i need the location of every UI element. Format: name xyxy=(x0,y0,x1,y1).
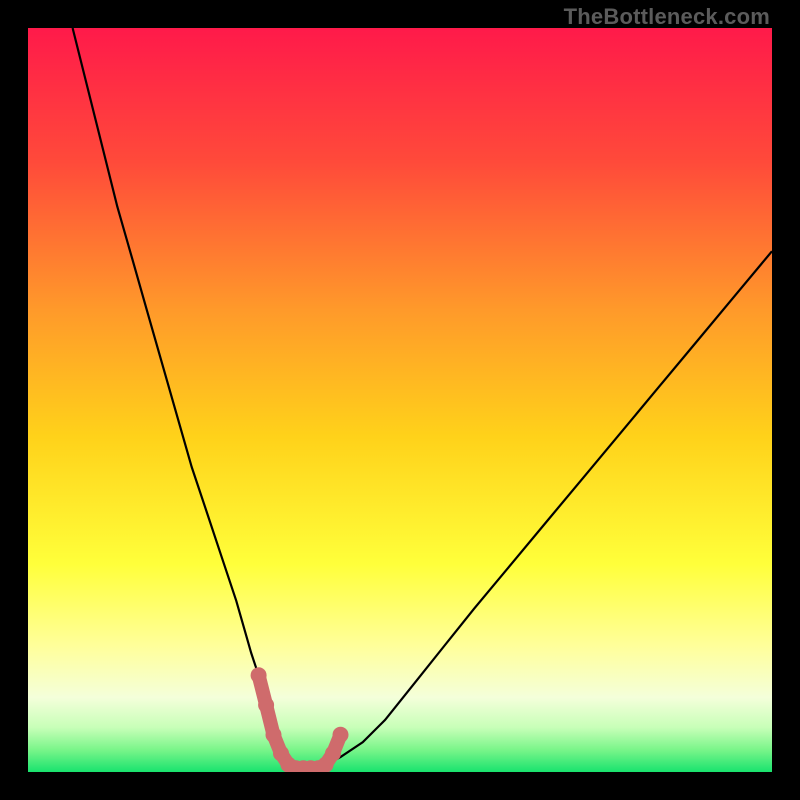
highlight-point xyxy=(333,727,349,743)
highlight-point xyxy=(325,745,341,761)
highlight-point xyxy=(251,667,267,683)
chart-frame xyxy=(28,28,772,772)
highlight-point xyxy=(258,697,274,713)
gradient-background xyxy=(28,28,772,772)
watermark-text: TheBottleneck.com xyxy=(564,4,770,30)
highlight-point xyxy=(266,727,282,743)
chart-svg xyxy=(28,28,772,772)
